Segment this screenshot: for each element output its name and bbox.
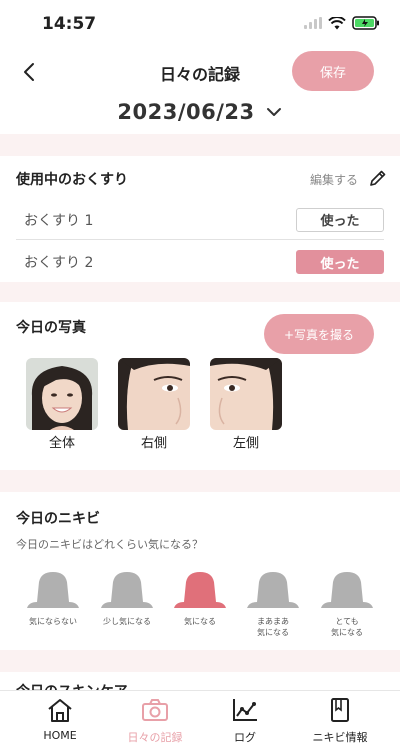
tab-label: ログ [234, 731, 256, 744]
tab-home[interactable]: HOME [10, 697, 110, 742]
acne-level-option[interactable]: 気にならない [18, 570, 88, 627]
status-bar: 14:57 [0, 0, 400, 48]
acne-level-label: 気にならない [29, 617, 77, 626]
header: 日々の記録 保存 2023/06/23 [0, 48, 400, 134]
status-icons [304, 16, 380, 30]
pencil-icon[interactable] [368, 168, 388, 188]
date-selector[interactable]: 2023/06/23 [0, 100, 400, 124]
photo-card: 今日の写真 +写真を撮る 全体 右側 左側 [0, 302, 400, 470]
photo-label: 左側 [232, 436, 259, 451]
bump-icon [174, 572, 226, 608]
chart-icon [233, 699, 257, 721]
acne-level-option-selected[interactable]: 気になる [165, 570, 235, 627]
acne-card: 今日のニキビ 今日のニキビはどれくらい気になる？ 気にならない 少し気になる 気… [0, 492, 400, 650]
photo-thumbnail-right[interactable] [118, 358, 190, 430]
date-text: 2023/06/23 [117, 100, 255, 124]
photo-title: 今日の写真 [16, 320, 86, 336]
medication-name: おくすり 2 [24, 255, 94, 271]
skincare-card: 今日のスキンケア [0, 672, 400, 700]
used-button[interactable]: 使った [296, 250, 384, 274]
tab-label: 日々の記録 [127, 731, 183, 744]
medication-name: おくすり 1 [24, 212, 94, 229]
bump-icon [321, 572, 373, 608]
photo-thumbnail-left[interactable] [210, 358, 282, 430]
acne-level-option[interactable]: とても 気になる [312, 570, 382, 638]
book-icon [331, 698, 349, 722]
signal-icon [304, 17, 322, 29]
used-button[interactable]: 使った [296, 207, 384, 232]
photo-label: 全体 [48, 436, 75, 451]
tab-log[interactable]: ログ [195, 697, 295, 744]
battery-icon [352, 16, 379, 30]
tab-bar: HOME 日々の記録 ログ ニキビ情報 [0, 690, 400, 744]
tab-acne-info[interactable]: ニキビ情報 [290, 697, 390, 744]
tab-daily-record[interactable]: 日々の記録 [105, 697, 205, 744]
chevron-down-icon [266, 108, 281, 116]
tab-label: HOME [43, 729, 77, 742]
acne-level-label: とても 気になる [331, 617, 363, 637]
acne-level-label: まあまあ 気になる [257, 617, 289, 637]
bump-icon [27, 572, 79, 608]
face-photo-image [210, 358, 282, 430]
face-photo-image [118, 358, 190, 430]
medication-row: おくすり 2 使った [16, 242, 384, 282]
photo-label: 右側 [140, 436, 167, 451]
bump-icon [101, 572, 153, 608]
acne-level-label: 気になる [184, 617, 216, 626]
take-photo-button[interactable]: +写真を撮る [264, 314, 374, 354]
face-photo-image [26, 358, 98, 430]
acne-question: 今日のニキビはどれくらい気になる？ [16, 538, 203, 551]
save-button[interactable]: 保存 [292, 51, 374, 91]
camera-icon [142, 699, 168, 721]
status-time: 14:57 [42, 14, 97, 34]
edit-button[interactable]: 編集する [310, 171, 358, 188]
medication-title: 使用中のおくすり [16, 172, 128, 188]
acne-level-option[interactable]: まあまあ 気になる [238, 570, 308, 638]
acne-level-option[interactable]: 少し気になる [92, 570, 162, 627]
bump-icon [247, 572, 299, 608]
medication-row: おくすり 1 使った [16, 200, 384, 240]
wifi-icon [328, 16, 346, 29]
photo-thumbnail-full[interactable] [26, 358, 98, 430]
acne-title: 今日のニキビ [16, 511, 100, 527]
home-icon [48, 699, 72, 722]
medication-card: 使用中のおくすり 編集する おくすり 1 使った おくすり 2 使った [0, 156, 400, 282]
tab-label: ニキビ情報 [312, 731, 368, 744]
acne-level-label: 少し気になる [103, 617, 151, 626]
